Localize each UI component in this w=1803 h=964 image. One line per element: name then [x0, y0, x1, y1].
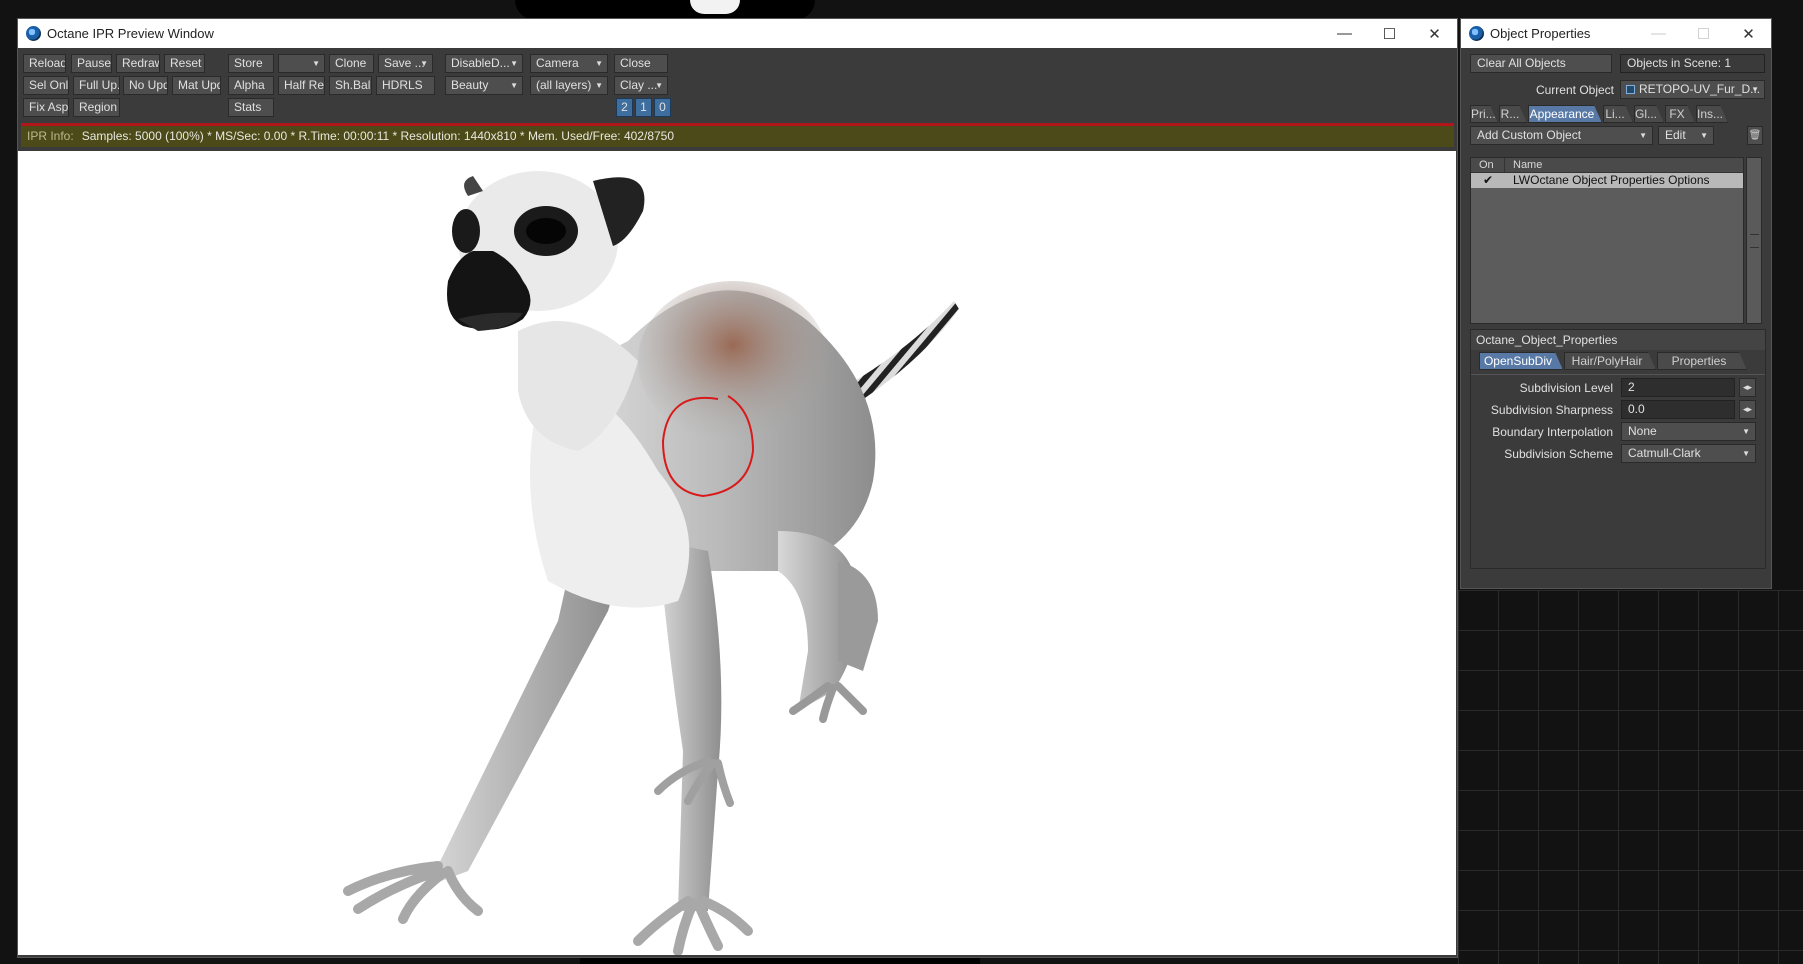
counter-2[interactable]: 2: [616, 98, 633, 117]
current-object-value: RETOPO-UV_Fur_D...: [1639, 82, 1761, 96]
backdrop-highlight: [690, 0, 740, 14]
section-title: Octane_Object_Properties: [1471, 330, 1765, 350]
custom-object-list: On Name ✔ LWOctane Object Properties Opt…: [1470, 157, 1744, 324]
checkmark-icon[interactable]: ✔: [1471, 173, 1505, 188]
full-update-button[interactable]: Full Up...: [73, 76, 120, 95]
list-scrollbar[interactable]: [1746, 157, 1762, 324]
mat-update-button[interactable]: Mat Upd: [172, 76, 221, 95]
ipr-info-text: Samples: 5000 (100%) * MS/Sec: 0.00 * R.…: [81, 129, 675, 143]
boundary-interpolation-dropdown[interactable]: None: [1621, 422, 1756, 441]
tab-appearance[interactable]: Appearance: [1528, 105, 1602, 123]
counter-1[interactable]: 1: [635, 98, 652, 117]
subdivision-sharpness-spinner-icon[interactable]: ◂▸: [1739, 400, 1756, 419]
minimize-icon[interactable]: —: [1322, 25, 1367, 42]
tab-properties[interactable]: Properties: [1657, 352, 1747, 370]
ipr-titlebar[interactable]: Octane IPR Preview Window — ☐ ✕: [18, 19, 1457, 48]
list-item[interactable]: ✔ LWOctane Object Properties Options: [1471, 173, 1743, 188]
list-header: On Name: [1471, 158, 1743, 173]
reload-button[interactable]: Reload: [23, 54, 66, 73]
subdivision-level-spinner-icon[interactable]: ◂▸: [1739, 378, 1756, 397]
lemur-hand-right: [633, 896, 753, 955]
octane-app-icon: [1469, 26, 1484, 41]
minimize-icon[interactable]: —: [1636, 25, 1681, 42]
object-icon: [1626, 85, 1635, 94]
ipr-info-bar: IPR Info: Samples: 5000 (100%) * MS/Sec: …: [21, 126, 1454, 147]
subdiv-tabs: OpenSubDiv Hair/PolyHair Properties: [1479, 352, 1748, 370]
subdivision-level-label: Subdivision Level: [1519, 381, 1613, 395]
ipr-window-title: Octane IPR Preview Window: [47, 26, 214, 41]
tab-render[interactable]: R...: [1499, 105, 1527, 123]
divider: [1471, 374, 1765, 375]
reset-button[interactable]: Reset: [164, 54, 205, 73]
boundary-interpolation-label: Boundary Interpolation: [1492, 425, 1613, 439]
backdrop-shape: [515, 0, 815, 20]
beauty-dropdown[interactable]: Beauty: [445, 76, 523, 95]
store-button[interactable]: Store: [228, 54, 274, 73]
objects-in-scene: Objects in Scene: 1: [1620, 54, 1765, 73]
object-properties-window: Object Properties — ☐ ✕ Clear All Object…: [1460, 18, 1772, 589]
current-object-label: Current Object: [1535, 83, 1614, 97]
subdivision-scheme-dropdown[interactable]: Catmull-Clark: [1621, 444, 1756, 463]
camera-dropdown[interactable]: Camera: [530, 54, 608, 73]
sh-ball-button[interactable]: Sh.Ball: [329, 76, 372, 95]
hdrls-button[interactable]: HDRLS: [376, 76, 435, 95]
close-icon[interactable]: ✕: [1726, 25, 1771, 43]
pause-button[interactable]: Pause: [71, 54, 112, 73]
tab-primitive[interactable]: Pri...: [1470, 105, 1498, 123]
subdivision-sharpness-input[interactable]: 0.0: [1621, 400, 1735, 419]
render-viewport[interactable]: [18, 151, 1456, 955]
counter-0[interactable]: 0: [654, 98, 671, 117]
octane-object-properties-section: Octane_Object_Properties OpenSubDiv Hair…: [1470, 329, 1766, 569]
tab-lights[interactable]: Li...: [1603, 105, 1633, 123]
lemur-hind-leg-far: [838, 561, 878, 671]
edit-dropdown[interactable]: Edit: [1658, 126, 1714, 145]
lemur-eye-patch-left: [452, 209, 480, 253]
disable-dropdown[interactable]: DisableD...: [445, 54, 523, 73]
layers-dropdown[interactable]: (all layers): [530, 76, 608, 95]
add-custom-object-dropdown[interactable]: Add Custom Object: [1470, 126, 1653, 145]
tab-opensubdiv[interactable]: OpenSubDiv: [1479, 352, 1563, 370]
lemur-shoulder: [638, 281, 828, 441]
trash-icon[interactable]: 🗑: [1747, 126, 1763, 145]
current-object-dropdown[interactable]: RETOPO-UV_Fur_D...: [1620, 80, 1765, 99]
ipr-preview-window: Octane IPR Preview Window — ☐ ✕ Reload P…: [17, 18, 1458, 958]
list-col-name[interactable]: Name: [1505, 158, 1743, 172]
region-button[interactable]: Region: [73, 98, 120, 117]
clay-dropdown[interactable]: Clay ...: [614, 76, 668, 95]
close-icon[interactable]: ✕: [1412, 25, 1457, 43]
octane-app-icon: [26, 26, 41, 41]
maximize-icon[interactable]: ☐: [1681, 25, 1726, 43]
viewport-grid: [1458, 590, 1803, 964]
alpha-button[interactable]: Alpha: [228, 76, 274, 95]
close-button[interactable]: Close: [614, 54, 668, 73]
list-col-on[interactable]: On: [1471, 158, 1505, 172]
subdivision-level-input[interactable]: 2: [1621, 378, 1735, 397]
fix-aspect-button[interactable]: Fix Asp.: [23, 98, 69, 117]
props-titlebar[interactable]: Object Properties — ☐ ✕: [1461, 19, 1771, 48]
list-item-name: LWOctane Object Properties Options: [1513, 173, 1710, 187]
ipr-info-label: IPR Info:: [27, 129, 74, 143]
half-res-button[interactable]: Half Res: [278, 76, 325, 95]
sel-only-button[interactable]: Sel Only: [23, 76, 69, 95]
clear-all-objects-button[interactable]: Clear All Objects: [1470, 54, 1612, 73]
render-image: [343, 171, 959, 955]
tab-instances[interactable]: Ins...: [1696, 105, 1728, 123]
no-update-button[interactable]: No Upd.: [123, 76, 168, 95]
scrollbar-grip-icon[interactable]: [1750, 234, 1759, 248]
stats-button[interactable]: Stats: [228, 98, 274, 117]
save-dropdown[interactable]: Save ...: [378, 54, 433, 73]
properties-tabs: Pri... R... Appearance Li... Gl... FX In…: [1470, 105, 1729, 123]
subdivision-sharpness-label: Subdivision Sharpness: [1490, 403, 1613, 417]
maximize-icon[interactable]: ☐: [1367, 25, 1412, 43]
lemur-eye-right: [526, 218, 566, 244]
subdivision-scheme-label: Subdivision Scheme: [1504, 447, 1613, 461]
tab-fx[interactable]: FX: [1665, 105, 1695, 123]
redraw-button[interactable]: Redraw: [116, 54, 160, 73]
props-window-title: Object Properties: [1490, 26, 1591, 41]
store-slot-dropdown[interactable]: [278, 54, 325, 73]
clone-button[interactable]: Clone: [329, 54, 374, 73]
tab-geometry[interactable]: Gl...: [1634, 105, 1664, 123]
tab-hair-polyhair[interactable]: Hair/PolyHair: [1564, 352, 1656, 370]
